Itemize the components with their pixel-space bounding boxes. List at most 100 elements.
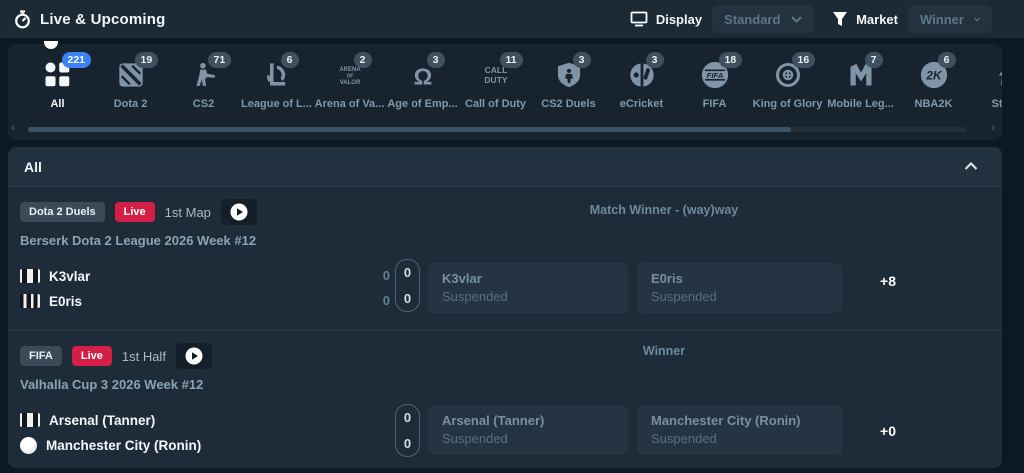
- game-badge: FIFA: [20, 346, 62, 366]
- team-name: E0ris: [49, 294, 82, 309]
- top-header: Live & Upcoming Display Standard Market …: [0, 0, 1024, 38]
- section-header[interactable]: All: [8, 147, 1002, 187]
- category-cs2[interactable]: 71 CS2: [167, 44, 240, 110]
- team-row: Manchester City (Ronin): [20, 434, 201, 456]
- starcraft-icon: [990, 58, 1003, 92]
- map-score: 0: [360, 290, 390, 312]
- team-crest-icon: [20, 437, 37, 454]
- count-badge: 6: [938, 52, 956, 68]
- category-label: Call of Duty: [459, 98, 532, 110]
- category-label: Mobile Leg...: [824, 98, 897, 110]
- game-badge: Dota 2 Duels: [20, 202, 105, 222]
- scroll-right-icon[interactable]: ›: [991, 120, 995, 134]
- team-name: K3vlar: [49, 269, 90, 284]
- chevron-up-icon[interactable]: [964, 162, 978, 171]
- category-label: King of Glory: [751, 98, 824, 110]
- score-value: 0: [404, 265, 411, 280]
- filter-funnel-icon: [832, 11, 848, 27]
- svg-text:VALOR: VALOR: [339, 80, 360, 86]
- svg-text:ARENA: ARENA: [339, 67, 361, 73]
- game-category-row: 221 All 19 Dota 2 71 CS2 6 League: [8, 44, 1002, 110]
- score-value: 0: [404, 410, 411, 425]
- watch-stream-button[interactable]: [176, 343, 212, 369]
- outcome-button-team2[interactable]: Manchester City (Ronin) Suspended: [637, 405, 842, 455]
- game-category-bar: 221 All 19 Dota 2 71 CS2 6 League: [8, 44, 1002, 140]
- team-flag-icon: [20, 413, 40, 427]
- score-value: 0: [404, 291, 411, 306]
- market-label: Market: [856, 12, 898, 27]
- category-ecricket[interactable]: 3 eCricket: [605, 44, 678, 110]
- category-scrollbar-thumb[interactable]: [28, 127, 791, 132]
- team-flag-icon: [20, 269, 40, 283]
- outcome-status: Suspended: [651, 289, 828, 304]
- category-label: NBA2K: [897, 98, 970, 110]
- team-row: K3vlar: [20, 265, 90, 287]
- watch-stream-button[interactable]: [221, 199, 257, 225]
- count-badge: 3: [573, 52, 591, 68]
- match-phase: 1st Map: [165, 205, 211, 220]
- category-scrollbar-track[interactable]: [28, 127, 966, 132]
- category-call-of-duty[interactable]: 11 CALLDUTY Call of Duty: [459, 44, 532, 110]
- category-label: FIFA: [678, 98, 751, 110]
- outcome-label: E0ris: [651, 271, 828, 286]
- team-name: Manchester City (Ronin): [46, 438, 201, 453]
- stopwatch-icon: [14, 10, 31, 29]
- display-selected-value: Standard: [724, 12, 780, 27]
- count-badge: 7: [865, 52, 883, 68]
- category-cs2-duels[interactable]: 3 CS2 Duels: [532, 44, 605, 110]
- category-king-of-glory[interactable]: 16 King of Glory: [751, 44, 824, 110]
- count-badge: 18: [719, 52, 743, 68]
- team-flag-icon: [20, 294, 40, 308]
- market-select[interactable]: Winner: [908, 5, 992, 33]
- outcome-label: Arsenal (Tanner): [442, 413, 614, 428]
- category-fifa[interactable]: 18 FIFA FIFA: [678, 44, 751, 110]
- category-league-of-legends[interactable]: 6 League of L...: [240, 44, 313, 110]
- market-title: Winner: [643, 344, 685, 358]
- outcome-button-team1[interactable]: K3vlar Suspended: [428, 263, 628, 313]
- category-label: Dota 2: [94, 98, 167, 110]
- tournament-name: Berserk Dota 2 League 2026 Week #12: [20, 233, 256, 248]
- tournament-name: Valhalla Cup 3 2026 Week #12: [20, 377, 203, 392]
- outcome-status: Suspended: [442, 431, 614, 446]
- outcome-button-team1[interactable]: Arsenal (Tanner) Suspended: [428, 405, 628, 455]
- score-value: 0: [404, 436, 411, 451]
- market-title: Match Winner - (way)way: [590, 203, 739, 217]
- count-badge: 221: [62, 52, 92, 68]
- page-title: Live & Upcoming: [40, 11, 166, 28]
- category-dota2[interactable]: 19 Dota 2: [94, 44, 167, 110]
- category-mobile-legends[interactable]: 7 Mobile Leg...: [824, 44, 897, 110]
- category-age-of-empires[interactable]: 3 Ω Age of Emp...: [386, 44, 459, 110]
- section-title: All: [24, 159, 42, 175]
- outcome-label: K3vlar: [442, 271, 614, 286]
- count-badge: 6: [281, 52, 299, 68]
- category-all[interactable]: 221 All: [21, 44, 94, 110]
- category-nba2k[interactable]: 6 2K NBA2K: [897, 44, 970, 110]
- category-label: Age of Emp...: [386, 98, 459, 110]
- count-badge: 2: [354, 52, 372, 68]
- outcome-status: Suspended: [651, 431, 828, 446]
- category-starcraft[interactable]: Star...: [970, 44, 1002, 110]
- live-badge: Live: [72, 346, 112, 366]
- more-markets-count[interactable]: +8: [853, 273, 923, 289]
- svg-text:FIFA: FIFA: [706, 71, 723, 80]
- display-label: Display: [656, 12, 702, 27]
- category-arena-of-valor[interactable]: 2 ARENAOFVALOR Arena of Va...: [313, 44, 386, 110]
- count-badge: 3: [427, 52, 445, 68]
- chevron-down-icon: [791, 16, 802, 23]
- svg-text:OF: OF: [346, 74, 353, 80]
- more-markets-count[interactable]: +0: [853, 423, 923, 439]
- score-pill: 0 0: [395, 404, 420, 457]
- category-label: Arena of Va...: [313, 98, 386, 110]
- match-phase: 1st Half: [122, 349, 166, 364]
- match-meta: FIFA Live 1st Half: [20, 343, 212, 369]
- outcome-button-team2[interactable]: E0ris Suspended: [637, 263, 842, 313]
- team-row: Arsenal (Tanner): [20, 409, 155, 431]
- display-select[interactable]: Standard: [712, 5, 814, 33]
- match-card-dota2-duels: Dota 2 Duels Live 1st Map Match Winner -…: [8, 187, 1002, 331]
- scroll-left-icon[interactable]: ‹: [11, 120, 15, 134]
- category-label: All: [21, 98, 94, 110]
- matches-panel: All Dota 2 Duels Live 1st Map Match Winn…: [8, 147, 1002, 468]
- team-name: Arsenal (Tanner): [49, 413, 155, 428]
- count-badge: 19: [135, 52, 159, 68]
- category-label: Star...: [970, 98, 1002, 110]
